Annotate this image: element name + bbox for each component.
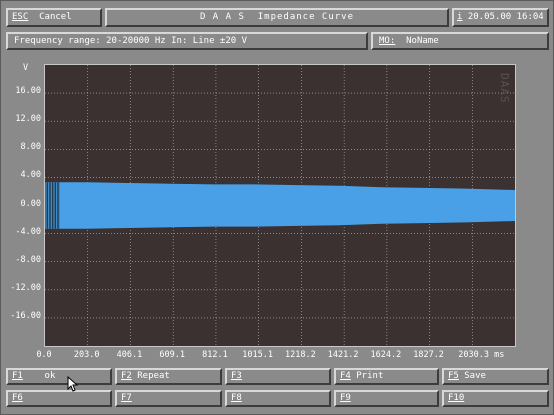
- x-tick: 1827.2: [413, 350, 444, 360]
- y-tick-neg8: -8.00: [15, 254, 41, 265]
- f8-key: F8: [231, 393, 242, 403]
- x-tick: 203.0: [73, 350, 100, 360]
- x-tick: 812.1: [202, 350, 228, 360]
- y-tick-8: 8.00: [20, 142, 41, 153]
- f4-label: Print: [356, 371, 384, 381]
- signal-envelope: [45, 182, 515, 229]
- measurement-object-panel[interactable]: MO: NoName: [371, 32, 549, 50]
- f5-key: F5: [448, 371, 459, 381]
- mo-key-label: MO:: [379, 36, 396, 46]
- y-tick-0: 0.00: [20, 198, 41, 209]
- f4-key: F4: [340, 371, 351, 381]
- y-tick-12: 12.00: [15, 114, 41, 125]
- cancel-label: Cancel: [39, 12, 72, 22]
- f7-button[interactable]: F7: [115, 390, 222, 407]
- datetime-text: 20.05.00 16:04: [467, 12, 544, 22]
- datetime-panel[interactable]: i 20.05.00 16:04: [452, 8, 549, 27]
- f7-key: F7: [121, 393, 132, 403]
- window-title: D A A S Impedance Curve: [199, 12, 355, 22]
- frequency-range-text: Frequency range: 20-20000 Hz In: Line ±2…: [14, 36, 247, 46]
- x-tick: 1015.1: [242, 350, 274, 360]
- x-tick: 1218.2: [285, 350, 316, 360]
- f2-label: Repeat: [137, 371, 170, 381]
- plot-svg: [45, 65, 515, 346]
- f2-repeat-button[interactable]: F2 Repeat: [115, 368, 222, 385]
- f5-save-button[interactable]: F5 Save: [442, 368, 549, 385]
- f1-label: ok: [44, 371, 56, 381]
- x-tick: 406.1: [116, 350, 143, 360]
- f8-button[interactable]: F8: [225, 390, 331, 407]
- x-tick-last: 2030.3 ms: [458, 350, 505, 360]
- cancel-button[interactable]: ESC Cancel: [6, 8, 102, 27]
- x-tick: 1624.2: [370, 350, 402, 360]
- y-tick-4: 4.00: [20, 170, 41, 181]
- f10-key: F10: [448, 393, 465, 403]
- mouse-pointer-icon: [67, 376, 79, 392]
- x-tick: 1421.2: [327, 350, 359, 360]
- y-tick-16: 16.00: [15, 86, 41, 97]
- x-tick: 0.0: [36, 350, 52, 360]
- f6-button[interactable]: F6: [6, 390, 112, 407]
- app-window: ESC Cancel D A A S Impedance Curve i 20.…: [0, 0, 554, 415]
- info-key-label: i: [457, 12, 463, 22]
- y-tick-neg12: -12.00: [10, 282, 41, 293]
- f5-label: Save: [464, 371, 486, 381]
- range-info-bar: Frequency range: 20-20000 Hz In: Line ±2…: [6, 32, 368, 50]
- f1-key: F1: [12, 371, 23, 381]
- x-tick: 609.1: [159, 350, 185, 360]
- f2-key: F2: [121, 371, 132, 381]
- f10-button[interactable]: F10: [442, 390, 549, 407]
- y-tick-neg4: -4.00: [15, 226, 41, 237]
- f3-button[interactable]: F3: [225, 368, 331, 385]
- f1-ok-button[interactable]: F1 ok: [6, 368, 112, 385]
- f3-key: F3: [231, 371, 242, 381]
- daas-watermark: DAAS: [498, 73, 511, 104]
- f9-button[interactable]: F9: [334, 390, 439, 407]
- impedance-plot: DAAS: [44, 64, 516, 347]
- f4-print-button[interactable]: F4 Print: [334, 368, 439, 385]
- f6-key: F6: [12, 393, 23, 403]
- window-title-bar: D A A S Impedance Curve: [105, 8, 449, 27]
- y-axis-label: V: [23, 63, 29, 73]
- f9-key: F9: [340, 393, 351, 403]
- mo-value: NoName: [406, 36, 439, 46]
- esc-key-label: ESC: [12, 12, 29, 22]
- y-tick-neg16: -16.00: [10, 310, 41, 321]
